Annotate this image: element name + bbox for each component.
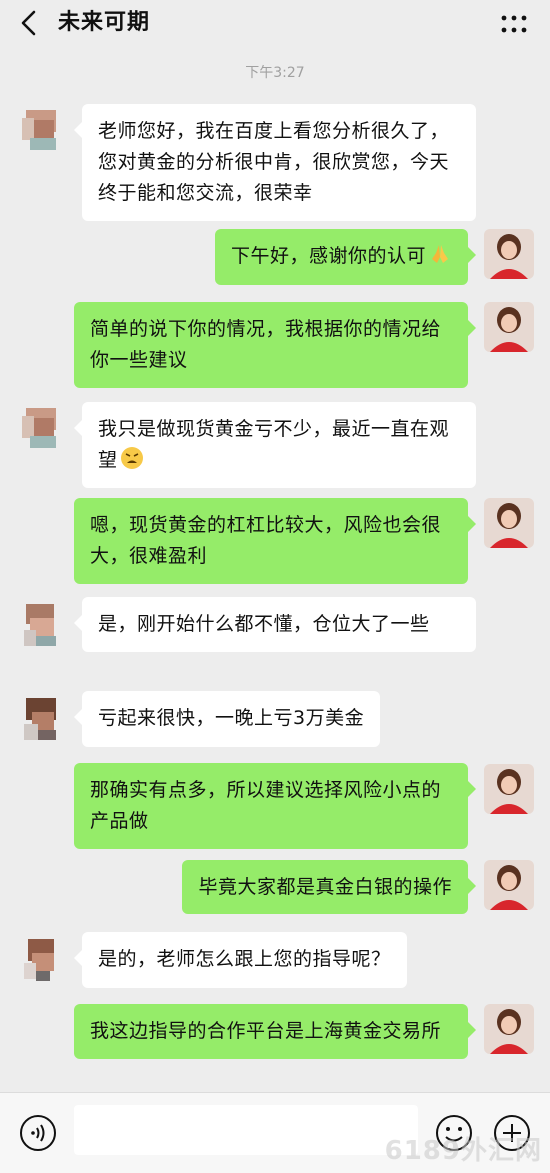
more-options-icon[interactable] <box>500 12 528 36</box>
tired-face-emoji-icon <box>120 447 143 469</box>
user-avatar[interactable] <box>484 229 534 279</box>
contact-avatar[interactable] <box>16 402 66 452</box>
message-text: 是的，老师怎么跟上您的指导呢？ <box>98 948 391 970</box>
message-bubble-incoming[interactable]: 老师您好，我在百度上看您分析很久了，您对黄金的分析很中肯，很欣赏您，今天终于能和… <box>74 104 476 221</box>
message-text: 下午好，感谢你的认可 <box>230 245 426 267</box>
message-bubble-outgoing[interactable]: 那确实有点多，所以建议选择风险小点的产品做 <box>74 763 476 849</box>
message-bubble-outgoing[interactable]: 嗯，现货黄金的杠杠比较大，风险也会很大，很难盈利 <box>74 498 476 584</box>
message-bubble-outgoing[interactable]: 下午好，感谢你的认可 <box>214 229 477 285</box>
message-bubble-incoming[interactable]: 亏起来很快，一晚上亏3万美金 <box>73 691 381 747</box>
chat-title: 未来可期 <box>58 10 151 35</box>
message-bubble-outgoing[interactable]: 我这边指导的合作平台是上海黄金交易所 <box>74 1004 476 1059</box>
contact-avatar[interactable] <box>16 600 66 650</box>
message-bubble-incoming[interactable]: 是的，老师怎么跟上您的指导呢？ <box>74 932 407 988</box>
message-timestamp: 下午3:27 <box>245 65 305 81</box>
message-bubble-incoming[interactable]: 是，刚开始什么都不懂，仓位大了一些 <box>74 597 476 652</box>
message-bubble-outgoing[interactable]: 毕竟大家都是真金白银的操作 <box>182 860 476 914</box>
message-input[interactable] <box>74 1105 418 1155</box>
voice-input-icon[interactable] <box>18 1113 58 1153</box>
user-avatar[interactable] <box>484 302 534 352</box>
back-arrow-icon[interactable] <box>14 8 44 38</box>
message-text: 亏起来很快，一晚上亏3万美金 <box>98 707 365 729</box>
contact-avatar[interactable] <box>16 694 66 744</box>
message-text: 老师您好，我在百度上看您分析很久了，您对黄金的分析很中肯，很欣赏您，今天终于能和… <box>98 120 450 204</box>
watermark-text: 6189外汇网 <box>384 1136 542 1166</box>
contact-avatar[interactable] <box>16 933 66 983</box>
user-avatar[interactable] <box>484 860 534 910</box>
message-bubble-outgoing[interactable]: 简单的说下你的情况，我根据你的情况给你一些建议 <box>74 302 476 388</box>
user-avatar[interactable] <box>484 498 534 548</box>
message-bubble-incoming[interactable]: 我只是做现货黄金亏不少，最近一直在观望 <box>74 402 476 488</box>
message-text: 嗯，现货黄金的杠杠比较大，风险也会很大，很难盈利 <box>90 514 442 567</box>
message-text: 毕竟大家都是真金白银的操作 <box>198 876 452 898</box>
folded-hands-emoji-icon <box>432 245 448 263</box>
contact-avatar[interactable] <box>16 104 66 154</box>
message-text: 我只是做现货黄金亏不少，最近一直在观望 <box>98 418 450 471</box>
user-avatar[interactable] <box>484 764 534 814</box>
user-avatar[interactable] <box>484 1004 534 1054</box>
message-text: 那确实有点多，所以建议选择风险小点的产品做 <box>90 779 442 832</box>
message-text: 简单的说下你的情况，我根据你的情况给你一些建议 <box>90 318 442 371</box>
message-text: 是，刚开始什么都不懂，仓位大了一些 <box>98 613 430 635</box>
message-text: 我这边指导的合作平台是上海黄金交易所 <box>90 1020 442 1042</box>
chat-header: 未来可期 <box>0 0 550 48</box>
